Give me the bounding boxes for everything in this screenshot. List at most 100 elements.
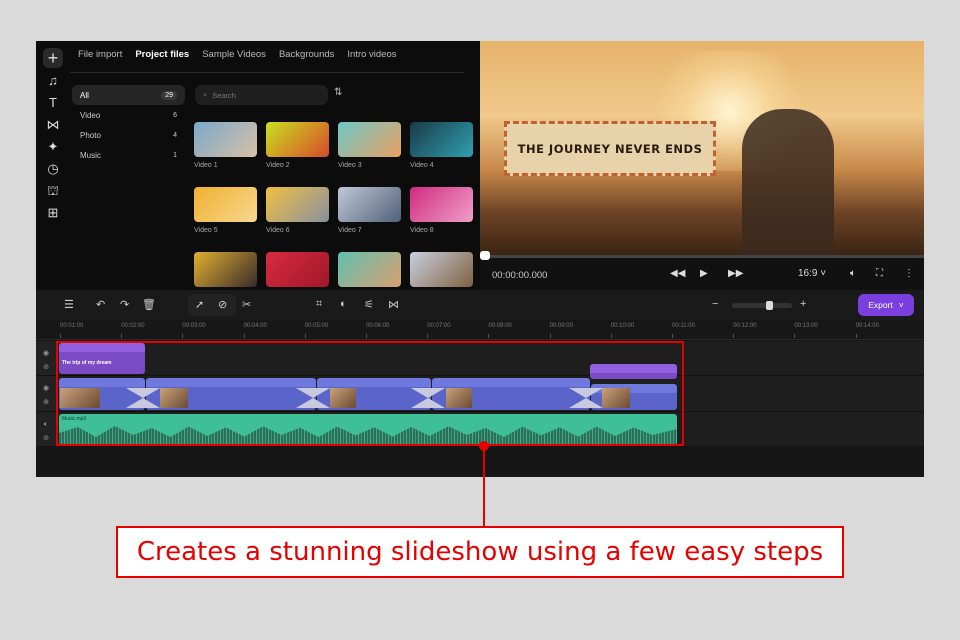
export-label: Export xyxy=(868,300,893,310)
tab-sample-videos[interactable]: Sample Videos xyxy=(202,49,266,60)
crop-icon[interactable]: ⌗ xyxy=(316,298,322,311)
transition-icon[interactable]: ⋈ xyxy=(388,298,399,311)
undo-icon[interactable]: ↶ xyxy=(96,298,105,311)
media-item[interactable]: Video 7 xyxy=(338,187,401,252)
divider xyxy=(70,72,464,73)
category-all[interactable]: All 29 xyxy=(72,85,185,105)
transitions-icon[interactable]: ⋈ xyxy=(43,115,63,135)
select-tool-icon[interactable]: ➚ xyxy=(195,298,204,311)
tab-backgrounds[interactable]: Backgrounds xyxy=(279,49,334,60)
media-item[interactable]: Video 4 xyxy=(410,122,473,187)
media-grid: Video 1 Video 2 Video 3 Video 4 Video 5 Video… xyxy=(194,122,473,317)
add-icon[interactable]: + xyxy=(43,48,63,68)
zoom-in-icon[interactable]: + xyxy=(800,298,806,310)
link-icon[interactable]: ⊘ xyxy=(36,361,56,375)
media-item[interactable]: Video 2 xyxy=(266,122,329,187)
media-thumbnail xyxy=(194,122,257,157)
media-item[interactable]: Video 1 xyxy=(194,122,257,187)
category-label: Video xyxy=(80,110,101,120)
effects-icon[interactable]: ✦ xyxy=(43,137,63,157)
link-icon[interactable]: ⊘ xyxy=(36,432,56,446)
ripple-tool-icon[interactable]: ⊘ xyxy=(218,298,227,311)
playback-scrubber[interactable] xyxy=(480,251,924,260)
sort-icon[interactable]: ⇅ xyxy=(334,87,342,98)
media-thumbnail xyxy=(410,122,473,157)
cut-icon[interactable]: ✂ xyxy=(242,298,251,311)
export-button[interactable]: Export ˅ xyxy=(858,294,914,316)
sticker-clip[interactable]: Sticker xyxy=(590,364,677,379)
media-thumbnail xyxy=(266,122,329,157)
apps-icon[interactable]: ⊞ xyxy=(43,203,63,223)
ruler-tick: 00:04:00 xyxy=(243,323,267,338)
volume-icon[interactable]: 🔈︎ xyxy=(36,418,56,432)
player-controls: 00:00:00.000 ◀◀ ▶ ▶▶ 16:9 ˅ 🔈︎ ⛶ ⋮ xyxy=(480,251,924,290)
media-label: Video 1 xyxy=(194,162,218,169)
eye-icon[interactable]: ◉ xyxy=(36,347,56,361)
category-list: All 29 Video 6 Photo 4 Music 1 xyxy=(72,85,185,165)
callout-caption: Creates a stunning slideshow using a few… xyxy=(116,526,844,578)
timecode: 00:00:00.000 xyxy=(492,270,548,281)
media-thumbnail xyxy=(410,252,473,287)
media-label: Video 5 xyxy=(194,227,218,234)
play-icon[interactable]: ▶ xyxy=(700,268,708,279)
tool-rail: + ♫ T ⋈ ✦ ◷ ⛫ ⊞ xyxy=(36,41,70,290)
media-thumbnail xyxy=(338,122,401,157)
media-label: Video 8 xyxy=(410,227,434,234)
media-item[interactable]: Video 3 xyxy=(338,122,401,187)
category-photo[interactable]: Photo 4 xyxy=(72,125,185,145)
aspect-ratio-select[interactable]: 16:9 ˅ xyxy=(798,268,826,279)
media-item[interactable]: Video 8 xyxy=(410,187,473,252)
add-track-icon[interactable]: ☰ xyxy=(64,298,74,311)
search-icon: ⌕ xyxy=(203,90,208,99)
delete-icon[interactable]: 🗑︎ xyxy=(142,298,156,311)
adjust-icon[interactable]: ⚟ xyxy=(364,298,374,311)
category-video[interactable]: Video 6 xyxy=(72,105,185,125)
text-icon[interactable]: T xyxy=(43,93,63,113)
redo-icon[interactable]: ↷ xyxy=(120,298,129,311)
media-thumbnail xyxy=(338,187,401,222)
time-ruler[interactable]: 00:01:00 00:02:00 00:03:00 00:04:00 00:05:00… xyxy=(36,320,924,340)
forward-icon[interactable]: ▶▶ xyxy=(728,268,743,279)
ruler-tick: 00:14:00 xyxy=(855,323,879,338)
zoom-out-icon[interactable]: − xyxy=(712,298,718,310)
volume-icon[interactable]: 🔈︎ xyxy=(850,268,856,279)
chevron-down-icon: ˅ xyxy=(898,300,904,310)
tab-file-import[interactable]: File import xyxy=(78,49,122,60)
media-label: Video 4 xyxy=(410,162,434,169)
ruler-tick: 00:11:00 xyxy=(672,323,695,338)
search-input[interactable]: ⌕ Search xyxy=(195,85,328,105)
speed-icon[interactable]: ◐ xyxy=(340,298,347,310)
lock-icon[interactable]: ⊕ xyxy=(36,396,56,410)
title-overlay[interactable]: THE JOURNEY NEVER ENDS xyxy=(504,121,716,176)
ruler-tick: 00:01:00 xyxy=(60,323,84,338)
zoom-slider-handle[interactable] xyxy=(766,301,773,310)
ruler-tick: 00:05:00 xyxy=(304,323,329,338)
playhead-handle[interactable] xyxy=(480,251,490,260)
clip-thumbnail xyxy=(602,388,630,408)
callout-line xyxy=(483,446,485,526)
media-thumbnail xyxy=(338,252,401,287)
category-music[interactable]: Music 1 xyxy=(72,145,185,165)
search-placeholder: Search xyxy=(212,90,236,100)
store-icon[interactable]: ⛫ xyxy=(43,181,63,201)
timer-icon[interactable]: ◷ xyxy=(43,159,63,179)
ruler-tick: 00:08:00 xyxy=(488,323,512,338)
tab-intro-videos[interactable]: Intro videos xyxy=(347,49,396,60)
media-thumbnail xyxy=(194,252,257,287)
more-icon[interactable]: ⋮ xyxy=(904,268,914,279)
rewind-icon[interactable]: ◀◀ xyxy=(670,268,685,279)
zoom-slider[interactable] xyxy=(732,301,792,310)
ruler-tick: 00:13:00 xyxy=(794,323,818,338)
media-item[interactable]: Video 6 xyxy=(266,187,329,252)
fullscreen-icon[interactable]: ⛶ xyxy=(876,268,883,279)
media-item[interactable]: Video 5 xyxy=(194,187,257,252)
eye-icon[interactable]: ◉ xyxy=(36,382,56,396)
media-thumbnail xyxy=(410,187,473,222)
track-header: ◉ ⊘ xyxy=(36,341,56,375)
media-thumbnail xyxy=(266,252,329,287)
ruler-tick: 00:12:00 xyxy=(733,323,757,338)
media-thumbnail xyxy=(266,187,329,222)
music-icon[interactable]: ♫ xyxy=(43,71,63,91)
category-count: 29 xyxy=(161,90,177,100)
tab-project-files[interactable]: Project files xyxy=(135,49,189,60)
